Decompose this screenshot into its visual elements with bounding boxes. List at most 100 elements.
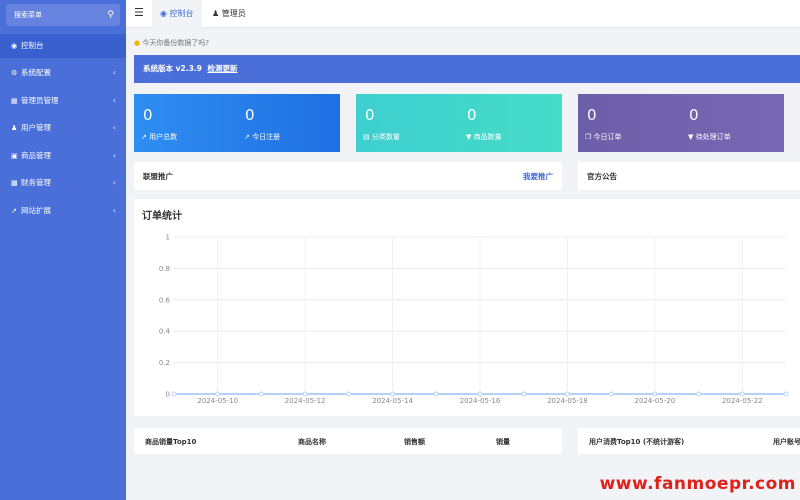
- y-tick-label: 0.2: [159, 359, 170, 367]
- stat-value: 0: [143, 106, 153, 124]
- chevron-left-icon: ‹: [112, 151, 116, 160]
- filter-icon: ▼: [466, 133, 472, 141]
- y-tick-label: 0.6: [159, 296, 171, 304]
- watermark: www.fanmoepr.com: [599, 474, 796, 494]
- sidebar-item-user-management[interactable]: ♟ 用户管理 ‹: [0, 116, 126, 140]
- sidebar-item-label: 商品管理: [21, 151, 51, 160]
- sidebar-item-label: 管理员管理: [21, 96, 59, 105]
- tab-label: 管理员: [221, 9, 246, 18]
- sidebar-item-finance-management[interactable]: ▩ 财务管理 ‹: [0, 171, 126, 195]
- stat-card-products: 0 ▤ 分类数量 0 ▼ 商品数量: [356, 94, 562, 152]
- data-point: [783, 391, 789, 397]
- list-icon: ▤: [363, 133, 370, 141]
- stat-label: ❐ 今日订单: [585, 133, 622, 141]
- pen-icon: ↗: [141, 133, 147, 141]
- dashboard-icon: ◉: [11, 42, 18, 50]
- chevron-left-icon: ‹: [112, 178, 116, 187]
- backup-tip: ● 今天你备份数据了吗?: [134, 38, 209, 48]
- data-point: [521, 391, 527, 397]
- stat-card-users: 0 ↗ 用户总数 0 ↗ 今日注册: [134, 94, 340, 152]
- sales-top10-panel: 商品销量Top10 商品名称 销售额 销量: [134, 428, 562, 454]
- stat-value: 0: [365, 106, 375, 124]
- stat-label: ▼ 待处理订单: [688, 133, 731, 141]
- announcement-title: 官方公告: [587, 172, 617, 181]
- data-point: [477, 391, 483, 397]
- data-point: [433, 391, 439, 397]
- dashboard-icon: ◉: [160, 9, 167, 18]
- stat-label: ▼ 商品数量: [466, 133, 502, 141]
- alliance-panel: 联盟推广 我要推广: [134, 162, 562, 190]
- top-bar: ☰ ◉ 控制台 ♟ 管理员: [126, 0, 800, 28]
- y-tick-label: 0.4: [159, 328, 171, 336]
- x-tick-label: 2024-05-22: [722, 397, 763, 405]
- table-icon: ▦: [11, 97, 18, 105]
- cart-icon: ▣: [11, 152, 18, 160]
- data-point: [346, 391, 352, 397]
- sidebar-item-dashboard[interactable]: ◉ 控制台: [0, 34, 126, 58]
- stat-label: ↗ 用户总数: [141, 133, 178, 141]
- tip-text: 今天你备份数据了吗?: [142, 39, 210, 47]
- sidebar: 搜索菜单 ⚲ ◉ 控制台 ⚙ 系统配置 ‹ ▦ 管理员管理 ‹ ♟ 用户管理 ‹ ▣ 商品…: [0, 0, 126, 500]
- sidebar-item-label: 用户管理: [21, 123, 51, 132]
- data-point: [258, 391, 264, 397]
- tab-admin[interactable]: ♟ 管理员: [204, 0, 254, 28]
- chevron-left-icon: ‹: [112, 206, 116, 215]
- data-point: [390, 391, 396, 397]
- sidebar-item-label: 财务管理: [21, 178, 51, 187]
- sidebar-item-system-config[interactable]: ⚙ 系统配置 ‹: [0, 61, 126, 85]
- data-point: [608, 391, 614, 397]
- data-point: [302, 391, 308, 397]
- search-icon[interactable]: ⚲: [107, 4, 114, 26]
- wallet-icon: ▩: [11, 179, 18, 187]
- consume-top10-panel: 用户消费Top10 (不统计游客) 用户账号: [578, 428, 800, 454]
- sidebar-item-product-management[interactable]: ▣ 商品管理 ‹: [0, 144, 126, 168]
- data-point: [696, 391, 702, 397]
- announcement-panel: 官方公告: [578, 162, 800, 190]
- consume-table-title: 用户消费Top10 (不统计游客): [589, 438, 685, 446]
- x-tick-label: 2024-05-12: [285, 397, 326, 405]
- gears-icon: ⚙: [11, 69, 18, 77]
- sidebar-item-site-extension[interactable]: ↗ 网站扩展 ‹: [0, 199, 126, 223]
- search-placeholder: 搜索菜单: [14, 11, 42, 19]
- menu-toggle-icon[interactable]: ☰: [134, 6, 144, 19]
- stat-value: 0: [245, 106, 255, 124]
- x-tick-label: 2024-05-10: [197, 397, 238, 405]
- stat-label: ↗ 今日注册: [244, 133, 281, 141]
- copy-icon: ❐: [585, 133, 592, 141]
- tab-dashboard[interactable]: ◉ 控制台: [152, 0, 202, 28]
- y-tick-label: 0: [166, 391, 170, 399]
- chevron-left-icon: ‹: [112, 96, 116, 105]
- data-point: [564, 391, 570, 397]
- x-tick-label: 2024-05-14: [372, 397, 413, 405]
- promote-link[interactable]: 我要推广: [523, 171, 553, 182]
- stat-card-orders: 0 ❐ 今日订单 0 ▼ 待处理订单: [578, 94, 784, 152]
- data-point: [215, 391, 221, 397]
- column-header: 销量: [496, 438, 510, 446]
- column-header: 商品名称: [298, 438, 326, 446]
- tab-label: 控制台: [169, 9, 194, 18]
- order-chart-panel: 订单统计 0 0.2 0.4 0.6 0.8 1 2024-05-10 2024-05-12 2…: [134, 199, 800, 416]
- order-chart: 0 0.2 0.4 0.6 0.8 1 2024-05-10 2024-05-12 2024-0…: [159, 234, 789, 405]
- x-tick-label: 2024-05-16: [460, 397, 501, 405]
- sidebar-item-label: 网站扩展: [21, 206, 51, 215]
- column-header: 销售额: [404, 438, 425, 446]
- stat-value: 0: [689, 106, 699, 124]
- data-point: [652, 391, 658, 397]
- search-menu-input[interactable]: 搜索菜单 ⚲: [6, 4, 120, 26]
- check-update-link[interactable]: 检测更新: [207, 64, 237, 73]
- external-link-icon: ↗: [11, 207, 17, 215]
- user-icon: ♟: [212, 9, 220, 18]
- sales-table-title: 商品销量Top10: [145, 438, 197, 446]
- version-bar: 系统版本 v2.3.9 检测更新: [134, 55, 800, 83]
- column-header: 用户账号: [773, 438, 800, 446]
- chevron-left-icon: ‹: [112, 123, 116, 132]
- sidebar-item-admin-management[interactable]: ▦ 管理员管理 ‹: [0, 89, 126, 113]
- sidebar-item-label: 系统配置: [21, 68, 51, 77]
- stat-value: 0: [587, 106, 597, 124]
- lightbulb-icon: ●: [134, 39, 141, 47]
- data-point: [739, 391, 745, 397]
- sidebar-item-label: 控制台: [21, 41, 44, 50]
- x-tick-label: 2024-05-20: [635, 397, 676, 405]
- version-text: 系统版本 v2.3.9: [143, 64, 202, 73]
- chevron-left-icon: ‹: [112, 68, 116, 77]
